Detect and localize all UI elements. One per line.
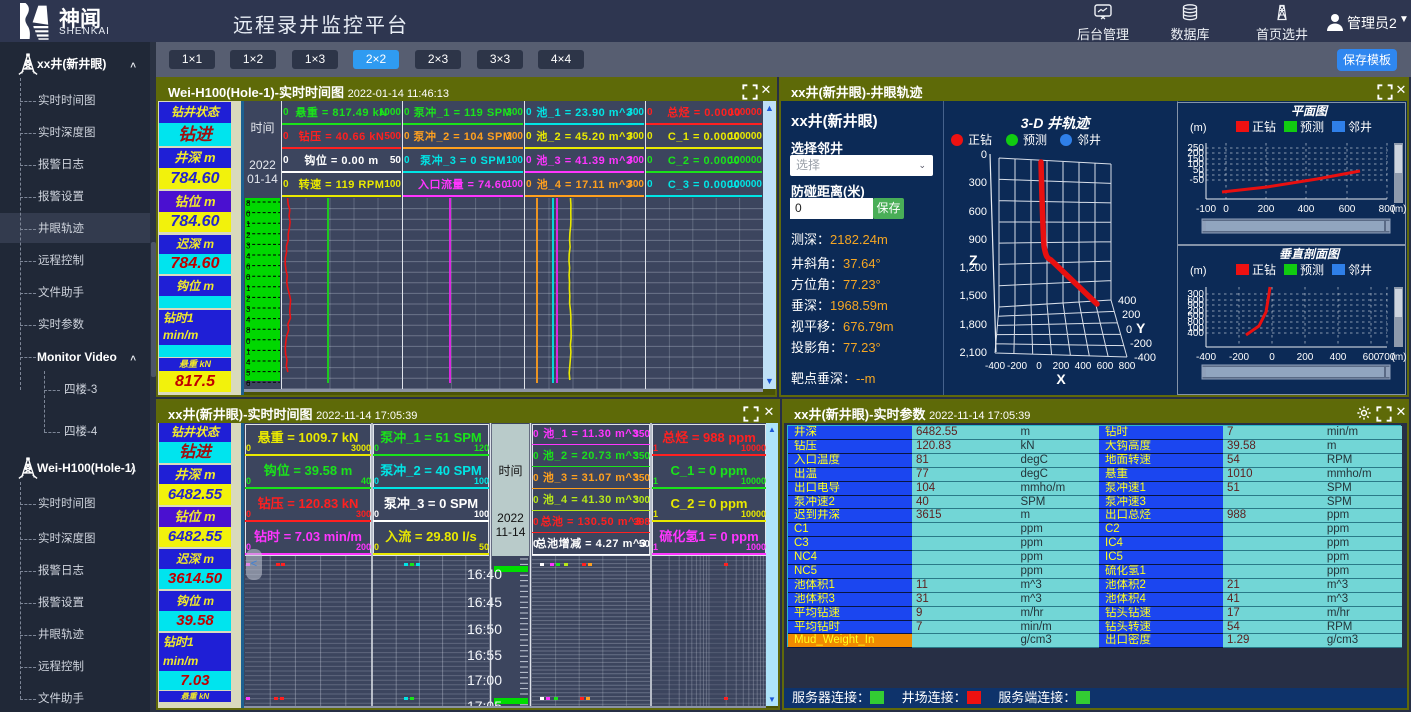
- svg-text:17:05: 17:05: [467, 698, 502, 706]
- svg-text:垂直剖面图: 垂直剖面图: [1279, 247, 1341, 261]
- svg-text:-50: -50: [1190, 175, 1205, 186]
- svg-text:600: 600: [1097, 361, 1114, 372]
- svg-text:0: 0: [981, 149, 987, 161]
- svg-text:16:45: 16:45: [467, 594, 502, 610]
- svg-text:Y: Y: [1136, 320, 1146, 336]
- svg-text:600: 600: [1363, 352, 1380, 363]
- svg-text:0: 0: [1036, 361, 1042, 372]
- svg-text:邻井: 邻井: [1348, 263, 1372, 277]
- svg-text:6: 6: [246, 263, 251, 272]
- svg-text:(m): (m): [1392, 204, 1407, 215]
- svg-text:200: 200: [1258, 204, 1275, 215]
- svg-text:4: 4: [246, 316, 251, 325]
- svg-text:0: 0: [246, 337, 251, 346]
- svg-text:600: 600: [1339, 204, 1356, 215]
- svg-text:2,100: 2,100: [959, 347, 987, 359]
- svg-text:1: 1: [246, 347, 251, 356]
- svg-text:300: 300: [969, 177, 987, 189]
- svg-text:预测: 预测: [1300, 263, 1324, 277]
- svg-text:邻井: 邻井: [1348, 120, 1372, 134]
- svg-text:400: 400: [1118, 295, 1136, 307]
- svg-text:3: 3: [246, 241, 251, 250]
- svg-text:正钻: 正钻: [1252, 119, 1276, 134]
- svg-text:400: 400: [1330, 352, 1347, 363]
- svg-text:正钻: 正钻: [968, 132, 992, 147]
- svg-text:-400: -400: [1134, 352, 1156, 364]
- svg-text:200: 200: [1297, 352, 1314, 363]
- svg-text:-200: -200: [1130, 338, 1152, 350]
- svg-text:400: 400: [1075, 361, 1092, 372]
- svg-text:0: 0: [1223, 204, 1229, 215]
- svg-text:0: 0: [246, 210, 251, 219]
- svg-text:-100: -100: [1196, 204, 1216, 215]
- svg-text:(m): (m): [1190, 265, 1207, 277]
- svg-text:0: 0: [246, 273, 251, 282]
- svg-text:预测: 预测: [1023, 133, 1047, 147]
- svg-text:16:55: 16:55: [467, 647, 502, 663]
- svg-text:17:00: 17:00: [467, 672, 502, 688]
- svg-text:16:50: 16:50: [467, 621, 502, 637]
- svg-text:3: 3: [246, 305, 251, 314]
- svg-text:平面图: 平面图: [1291, 104, 1329, 118]
- svg-text:(m): (m): [1190, 122, 1207, 134]
- svg-text:3-D 井轨迹: 3-D 井轨迹: [1021, 115, 1092, 131]
- svg-text:1: 1: [246, 220, 251, 229]
- svg-text:-400: -400: [1196, 352, 1216, 363]
- svg-text:正钻: 正钻: [1252, 262, 1276, 277]
- svg-text:预测: 预测: [1300, 120, 1324, 134]
- svg-text:4: 4: [246, 252, 251, 261]
- svg-text:0: 0: [1126, 324, 1132, 336]
- svg-text:1,500: 1,500: [959, 290, 987, 302]
- svg-text:邻井: 邻井: [1077, 133, 1101, 147]
- svg-text:400: 400: [1298, 204, 1315, 215]
- svg-text:2: 2: [246, 231, 251, 240]
- svg-text:1: 1: [246, 284, 251, 293]
- svg-text:8: 8: [246, 199, 251, 208]
- svg-text:5: 5: [246, 369, 251, 378]
- svg-text:8: 8: [246, 326, 251, 335]
- svg-text:(m): (m): [1392, 352, 1407, 363]
- svg-text:1,800: 1,800: [959, 319, 987, 331]
- svg-text:2: 2: [246, 294, 251, 303]
- svg-text:0: 0: [1269, 352, 1275, 363]
- svg-text:-400: -400: [985, 361, 1005, 372]
- svg-text:6: 6: [246, 379, 251, 388]
- svg-text:16:40: 16:40: [467, 566, 502, 582]
- svg-text:600: 600: [969, 206, 987, 218]
- svg-text:-200: -200: [1229, 352, 1249, 363]
- svg-text:400: 400: [1187, 328, 1204, 339]
- svg-text:Z: Z: [969, 252, 978, 268]
- svg-text:-200: -200: [1007, 361, 1027, 372]
- svg-text:4: 4: [246, 358, 251, 367]
- svg-text:X: X: [1056, 371, 1066, 387]
- svg-text:900: 900: [969, 234, 987, 246]
